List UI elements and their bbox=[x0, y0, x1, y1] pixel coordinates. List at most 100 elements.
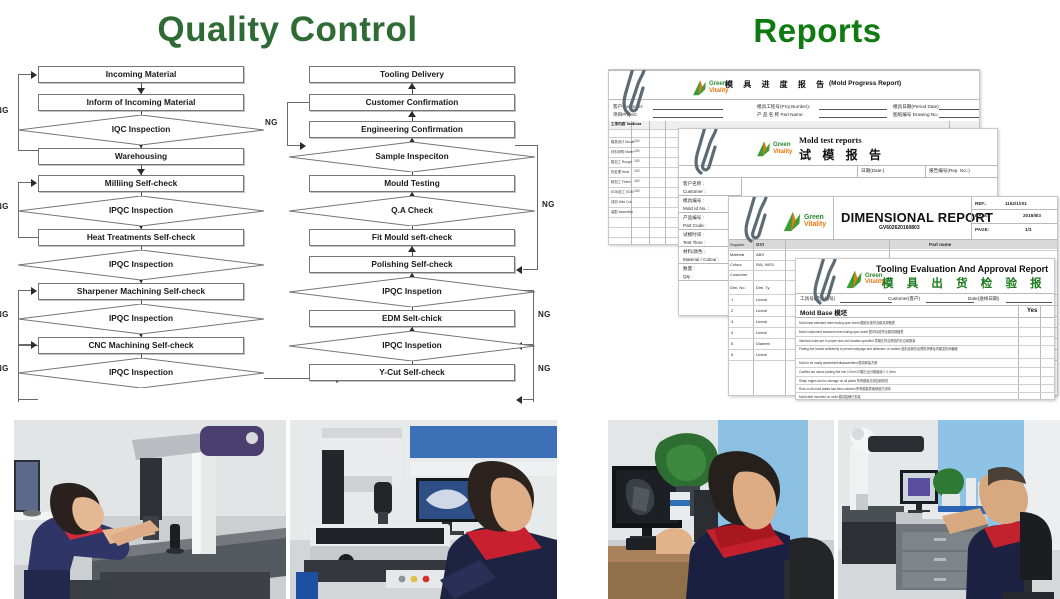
doc-title-en: (Mold Progress Report) bbox=[829, 80, 902, 87]
ng-label: NG bbox=[265, 118, 278, 127]
flow-node-ipqc-inspetion-1[interactable]: IPQC Inspetion bbox=[289, 276, 535, 307]
leaf-icon bbox=[846, 270, 862, 289]
flow-node-label: IPQC Inspection bbox=[108, 313, 174, 324]
doc3-left-value-4: Dim. Ty bbox=[756, 285, 770, 290]
flow-node-edm-self-check[interactable]: EDM Selt-chick bbox=[309, 310, 515, 327]
doc3-meta-label-page: PAGE: bbox=[975, 227, 990, 232]
doc2-field-3: Mold Id No. : bbox=[683, 206, 710, 211]
doc3-left-label-8: 4 bbox=[731, 330, 734, 335]
flow-node-label: Mould Testing bbox=[384, 178, 440, 189]
flow-node-y-cut-self-check[interactable]: Y-Cut Self-check bbox=[309, 364, 515, 381]
doc1-duration-cell: 100 bbox=[634, 149, 640, 153]
flow-node-ipqc-inspection-4[interactable]: IPQC Inspection bbox=[18, 357, 264, 388]
doc4-checklist-item: Rust on all mold plates has been cleaned… bbox=[799, 387, 891, 391]
flow-node-customer-confirmation[interactable]: Customer Confirmation bbox=[309, 94, 515, 111]
doc1-row-label: 模具设计 Mould bbox=[611, 140, 635, 144]
flow-node-heat-treatments-self-check[interactable]: Heat Treatments Self-check bbox=[38, 229, 244, 246]
flow-node-label: IPQC Inspetion bbox=[382, 286, 442, 297]
flow-node-polishing-self-check[interactable]: Polishing Self-check bbox=[309, 256, 515, 273]
flow-node-label: IPQC Inspection bbox=[108, 205, 174, 216]
flow-node-fit-mould-self-check[interactable]: Fit Mould seft-check bbox=[309, 229, 515, 246]
flow-node-engineering-confirmation[interactable]: Engineering Confirmation bbox=[309, 121, 515, 138]
green-vitality-logo: Green Vitality bbox=[755, 139, 792, 158]
leaf-icon bbox=[693, 80, 706, 96]
photo-cad-workstation[interactable] bbox=[608, 420, 834, 599]
flow-node-label: IPQC Inspection bbox=[108, 367, 174, 378]
flow-node-label: Polishing Self-check bbox=[371, 259, 453, 270]
doc3-left-value-8: Lineal bbox=[756, 330, 767, 335]
doc-title-cn: 试 模 报 告 bbox=[799, 148, 886, 162]
photo-vision-measuring[interactable] bbox=[290, 420, 557, 599]
doc-tooling-evaluation-approval-report[interactable]: Green Vitality Tooling Evaluation And Ap… bbox=[795, 258, 1055, 400]
doc3-left-value-10: Lineal bbox=[756, 352, 767, 357]
ng-label: NG bbox=[0, 310, 9, 319]
doc2-field-7: Test Time : bbox=[683, 240, 706, 245]
flowchart-right-column: NG NG NG NG Tooling Delivery Customer Co… bbox=[265, 66, 559, 404]
flow-node-label: Y-Cut Self-check bbox=[379, 367, 445, 378]
paper-clip-icon bbox=[743, 197, 769, 243]
quality-control-flowchart: NG NG NG bbox=[0, 66, 559, 404]
doc3-left-value-7: Lineal bbox=[756, 319, 767, 324]
flow-node-warehousing[interactable]: Warehousing bbox=[38, 148, 244, 165]
doc2-header-cell-date: 日期(Date:) bbox=[861, 168, 885, 173]
doc1-duration-cell: 100 bbox=[634, 169, 640, 173]
doc4-section-title: Mold Base 模坯 bbox=[800, 310, 848, 317]
paper-clip-icon bbox=[621, 70, 647, 116]
doc4-checklist-item: Parting line locked sufficiently to prev… bbox=[799, 347, 958, 351]
flow-node-inform-of-incoming-material[interactable]: Inform of Incoming Material bbox=[38, 94, 244, 111]
doc-subtitle: GV602620160803 bbox=[879, 225, 920, 231]
doc2-field-8: 材料/颜色 : bbox=[683, 249, 706, 254]
paper-clip-icon bbox=[693, 129, 719, 175]
flow-node-label: Sharpener Machining Self-check bbox=[76, 286, 206, 297]
flow-node-ipqc-inspetion-2[interactable]: IPQC Inspetion bbox=[289, 330, 535, 361]
doc3-left-label-5: 1 bbox=[731, 297, 734, 302]
doc1-col-header-duration: Dura bbox=[633, 122, 642, 126]
flow-node-sharpener-machining-self-check[interactable]: Sharpener Machining Self-check bbox=[38, 283, 244, 300]
doc3-left-label-1: Material bbox=[730, 252, 745, 257]
flow-node-tooling-delivery[interactable]: Tooling Delivery bbox=[309, 66, 515, 83]
flow-node-label: Customer Confirmation bbox=[365, 97, 459, 108]
flow-node-ipqc-inspection-3[interactable]: IPQC Inspection bbox=[18, 303, 264, 334]
flow-node-label: Engineering Confirmation bbox=[361, 124, 463, 135]
doc3-left-label-6: 2 bbox=[731, 308, 734, 313]
flow-node-sample-inspeciton[interactable]: Sample Inspeciton bbox=[289, 141, 535, 172]
doc2-field-11: Qty : bbox=[683, 274, 693, 279]
flow-node-mould-testing[interactable]: Mould Testing bbox=[309, 175, 515, 192]
flow-node-label: IPQC Inspection bbox=[108, 259, 174, 270]
photo-metrology-office[interactable] bbox=[838, 420, 1060, 599]
logo-text-vitality: Vitality bbox=[804, 221, 827, 228]
doc4-yes-column-header: Yes bbox=[1027, 308, 1038, 314]
flow-node-ipqc-inspection-2[interactable]: IPQC Inspection bbox=[18, 249, 264, 280]
flow-node-milling-self-check[interactable]: Milliing Self-check bbox=[38, 175, 244, 192]
ng-label: NG bbox=[0, 106, 9, 115]
green-vitality-logo: Green Vitality bbox=[781, 209, 826, 233]
doc-title-en: Mold test reports bbox=[799, 135, 862, 145]
flow-node-label: Sample Inspeciton bbox=[375, 151, 449, 162]
doc3-left-value-2: RAL 9003 bbox=[756, 262, 774, 267]
flow-node-label: Milliing Self-check bbox=[104, 178, 178, 189]
doc3-meta-value-date: 2016/8/3 bbox=[1023, 213, 1041, 218]
doc1-duration-cell: 100 bbox=[634, 139, 640, 143]
doc2-field-9: Material / Colour : bbox=[683, 257, 720, 262]
ng-label: NG bbox=[0, 364, 9, 373]
flow-node-ipqc-inspection-1[interactable]: IPQC Inspection bbox=[18, 195, 264, 226]
doc1-field-2: 模具工程号(Proj.Number): bbox=[757, 104, 811, 109]
photo-cmm-inspection[interactable] bbox=[14, 420, 286, 599]
doc1-row-label: 粗加工 Rough bbox=[611, 160, 632, 164]
ng-label: NG bbox=[538, 310, 551, 319]
doc4-checklist-item: Mold base standard meet tooling spec she… bbox=[799, 321, 895, 325]
doc2-field-10: 数量 : bbox=[683, 266, 695, 271]
doc1-col-header-task: 工序内容 Task bbox=[611, 122, 635, 126]
flow-node-label: Tooling Delivery bbox=[380, 69, 444, 80]
doc3-left-value-5: Lineal bbox=[756, 297, 767, 302]
doc1-duration-cell: 100 bbox=[634, 179, 640, 183]
paper-clip-icon bbox=[812, 259, 838, 305]
flow-node-qa-check[interactable]: Q.A Check bbox=[289, 195, 535, 226]
doc4-checklist-item: Mold component standard meet tooling spe… bbox=[799, 330, 904, 334]
doc4-checklist-item: Mold label mounted on mold 模具铭牌已安装 bbox=[799, 395, 861, 399]
flow-node-iqc-inspection[interactable]: IQC Inspection bbox=[18, 114, 264, 145]
flow-node-cnc-machining-self-check[interactable]: CNC Machining Self-check bbox=[38, 337, 244, 354]
doc1-duration-cell: 100 bbox=[634, 159, 640, 163]
doc2-header-cell-repno: 报告编号(Rep. No.:) bbox=[929, 168, 970, 173]
flow-node-incoming-material[interactable]: Incoming Material bbox=[38, 66, 244, 83]
